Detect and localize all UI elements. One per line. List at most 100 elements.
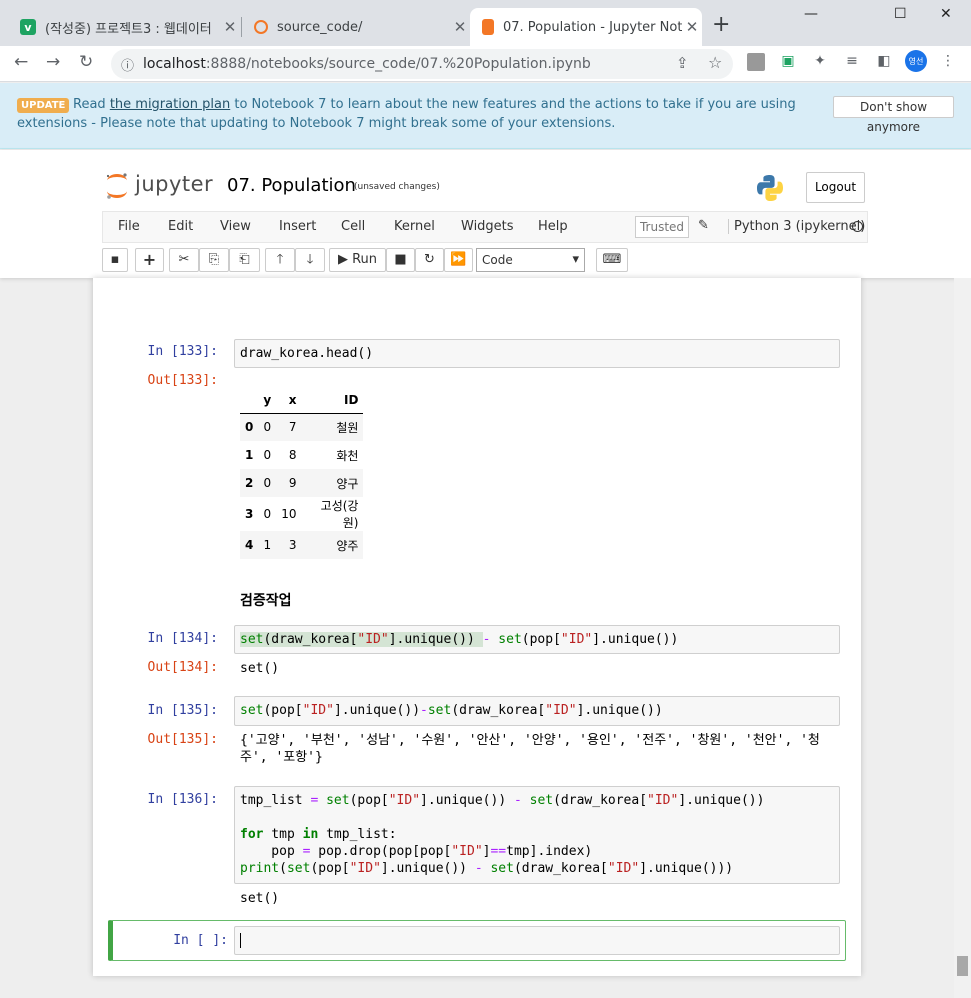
code-cell-136[interactable]: tmp_list = set(pop["ID"].unique()) - set… <box>234 786 840 884</box>
jupyter-icon <box>254 20 268 34</box>
puzzle-icon[interactable]: ✦ <box>811 53 829 71</box>
scrollbar-thumb[interactable] <box>957 956 968 976</box>
close-window-icon[interactable]: ✕ <box>940 6 952 22</box>
extension-profile-icon[interactable] <box>747 53 765 71</box>
dont-show-anymore-button[interactable]: Don't show anymore <box>833 96 954 134</box>
browser-tab-population[interactable]: 07. Population - Jupyter Noteb ✕ <box>470 8 702 46</box>
output-prompt: Out[133]: <box>147 373 218 388</box>
insert-cell-below-icon[interactable]: + <box>135 248 164 272</box>
page-scrollbar[interactable] <box>954 278 971 998</box>
cell: 0 <box>263 507 272 521</box>
table-row: 4 1 3 양주 <box>240 531 364 559</box>
close-icon[interactable]: ✕ <box>682 18 702 36</box>
cell: 양주 <box>336 538 359 553</box>
cell: 양구 <box>336 476 359 491</box>
python-logo-icon <box>757 175 783 201</box>
new-tab-icon[interactable]: + <box>712 12 730 37</box>
browser-tab-source-code[interactable]: source_code/ ✕ <box>242 8 470 46</box>
browser-tab-bar: v (작성중) 프로젝트3 : 웹데이터 ✕ source_code/ ✕ 07… <box>0 0 971 46</box>
kernel-status-icon <box>852 221 863 232</box>
input-prompt: In [133]: <box>147 344 218 359</box>
tab-title: (작성중) 프로젝트3 : 웹데이터 <box>45 21 212 37</box>
menu-file[interactable]: File <box>118 219 140 234</box>
close-icon[interactable]: ✕ <box>220 18 240 36</box>
menu-help[interactable]: Help <box>538 219 568 234</box>
update-badge: UPDATE <box>17 98 70 113</box>
tab-title: 07. Population - Jupyter Noteb <box>503 19 682 35</box>
close-icon[interactable]: ✕ <box>450 18 470 36</box>
tab-favicon-v: v <box>20 19 36 35</box>
extension-screen-icon[interactable]: ▣ <box>779 53 797 71</box>
code-cell-133[interactable]: draw_korea.head() <box>234 339 840 368</box>
cell: 10 <box>281 507 297 521</box>
run-label: Run <box>352 252 378 267</box>
media-control-icon[interactable]: ≡ <box>843 53 861 71</box>
kernel-name[interactable]: Python 3 (ipykernel) <box>728 219 865 234</box>
cell: 0 <box>263 448 272 462</box>
table-row: 1 0 8 화천 <box>240 441 363 469</box>
menu-kernel[interactable]: Kernel <box>394 219 435 234</box>
copy-icon[interactable]: ⎘ <box>199 248 229 272</box>
input-prompt: In [136]: <box>147 792 218 807</box>
play-icon: ▶ <box>337 252 348 267</box>
cell: 0 <box>263 476 272 490</box>
browser-tab-project[interactable]: v (작성중) 프로젝트3 : 웹데이터 ✕ <box>8 8 240 46</box>
code-cell-135[interactable]: set(pop["ID"].unique())-set(draw_korea["… <box>234 696 840 726</box>
fast-forward-icon[interactable]: ⏩ <box>444 248 473 272</box>
table-header: ID <box>301 387 364 414</box>
menu-bar: File Edit View Insert Cell Kernel Widget… <box>102 211 868 243</box>
jupyter-logo-icon[interactable] <box>105 172 129 200</box>
trusted-indicator[interactable]: Trusted <box>635 216 689 238</box>
logout-button[interactable]: Logout <box>806 172 865 203</box>
code-cell-empty[interactable] <box>234 926 840 955</box>
back-icon[interactable]: ← <box>14 52 28 72</box>
address-bar[interactable]: ⓘ localhost:8888/notebooks/source_code/0… <box>111 49 733 79</box>
cell-type-select[interactable]: Code <box>476 248 585 272</box>
row-index: 1 <box>245 448 254 462</box>
menu-widgets[interactable]: Widgets <box>461 219 514 234</box>
cell: 철원 <box>336 420 359 435</box>
interrupt-icon[interactable]: ■ <box>386 248 415 272</box>
reload-icon[interactable]: ↻ <box>79 52 93 72</box>
jupyter-header: jupyter 07. Population (unsaved changes)… <box>0 150 971 278</box>
save-icon[interactable]: ▪ <box>102 248 128 272</box>
restart-icon[interactable]: ↻ <box>415 248 444 272</box>
table-row: 2 0 9 양구 <box>240 469 364 497</box>
info-icon[interactable]: ⓘ <box>121 55 134 74</box>
move-up-icon[interactable]: 🡑 <box>265 248 295 272</box>
cell: 0 <box>263 420 272 435</box>
menu-view[interactable]: View <box>220 219 251 234</box>
output-prompt: Out[134]: <box>147 660 218 675</box>
cell: 화천 <box>336 448 359 463</box>
cell: 3 <box>288 538 297 552</box>
notebook-title[interactable]: 07. Population <box>227 175 356 196</box>
cell: 1 <box>263 538 272 552</box>
tab-title: source_code/ <box>277 19 363 35</box>
forward-icon[interactable]: → <box>46 52 60 72</box>
maximize-icon[interactable]: ☐ <box>894 6 907 22</box>
side-panel-icon[interactable]: ◧ <box>875 53 893 71</box>
menu-edit[interactable]: Edit <box>168 219 193 234</box>
move-down-icon[interactable]: 🡓 <box>295 248 325 272</box>
dataframe-table: y x ID 0 0 7 철원 1 0 8 화천 2 0 9 양구 3 0 10 고성(강원) 413양… <box>240 387 364 559</box>
table-header: y <box>258 387 277 414</box>
paste-icon[interactable]: ⎗ <box>229 248 260 272</box>
minimize-icon[interactable]: — <box>804 6 818 22</box>
migration-plan-link[interactable]: the migration plan <box>110 97 230 112</box>
table-row: 0 0 7 철원 <box>240 413 364 441</box>
url-path: :8888/notebooks/source_code/07.%20Popula… <box>205 56 591 72</box>
row-index: 2 <box>245 476 254 490</box>
menu-cell[interactable]: Cell <box>341 219 365 234</box>
jupyter-logo-text: jupyter <box>135 172 214 196</box>
bookmark-star-icon[interactable]: ☆ <box>708 53 722 72</box>
share-icon[interactable]: ⇪ <box>676 54 689 72</box>
run-button[interactable]: ▶ Run <box>329 248 386 272</box>
code-cell-134[interactable]: set(draw_korea["ID"].unique()) - set(pop… <box>234 625 840 654</box>
input-prompt: In [ ]: <box>173 933 228 948</box>
kebab-menu-icon[interactable]: ⋮ <box>939 53 957 71</box>
menu-insert[interactable]: Insert <box>279 219 316 234</box>
avatar[interactable]: 영선 <box>905 50 927 72</box>
cut-icon[interactable]: ✂ <box>169 248 199 272</box>
pencil-icon[interactable]: ✎ <box>698 218 709 233</box>
keyboard-icon[interactable]: ⌨ <box>596 248 628 272</box>
